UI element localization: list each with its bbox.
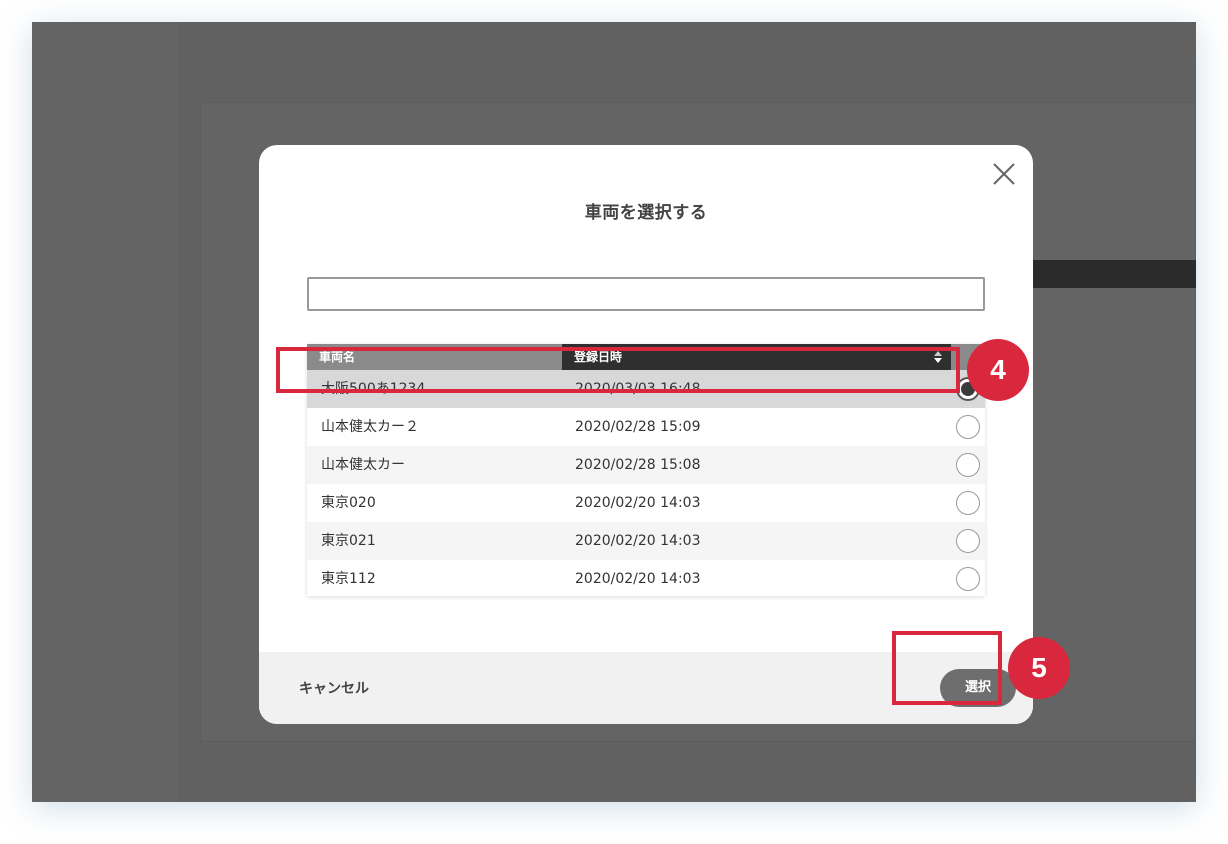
radio-unselected[interactable] xyxy=(956,529,980,553)
vehicle-name: 東京020 xyxy=(321,495,376,511)
registered-date: 2020/02/28 15:08 xyxy=(575,457,701,473)
vehicle-name: 東京021 xyxy=(321,533,376,549)
registered-date: 2020/02/20 14:03 xyxy=(575,495,701,511)
radio-unselected[interactable] xyxy=(956,415,980,439)
vehicle-name: 東京112 xyxy=(321,571,376,587)
table-row[interactable]: 東京112 2020/02/20 14:03 xyxy=(307,560,985,596)
step-5-badge: 5 xyxy=(1008,637,1070,699)
highlight-selected-row xyxy=(276,347,960,393)
modal-title: 車両を選択する xyxy=(584,203,708,223)
table-row[interactable]: 山本健太カー２ 2020/02/28 15:09 xyxy=(307,408,985,446)
highlight-select-button xyxy=(892,631,1002,705)
cancel-button[interactable]: キャンセル xyxy=(299,678,369,698)
table-row[interactable]: 山本健太カー 2020/02/28 15:08 xyxy=(307,446,985,484)
step-4-badge: 4 xyxy=(967,339,1029,401)
table-row[interactable]: 東京020 2020/02/20 14:03 xyxy=(307,484,985,522)
vehicle-name: 山本健太カー xyxy=(321,457,405,473)
table-row[interactable]: 東京021 2020/02/20 14:03 xyxy=(307,522,985,560)
radio-unselected[interactable] xyxy=(956,567,980,591)
search-input[interactable] xyxy=(307,277,985,311)
registered-date: 2020/02/28 15:09 xyxy=(575,419,701,435)
radio-unselected[interactable] xyxy=(956,453,980,477)
registered-date: 2020/02/20 14:03 xyxy=(575,533,701,549)
radio-unselected[interactable] xyxy=(956,491,980,515)
registered-date: 2020/02/20 14:03 xyxy=(575,571,701,587)
vehicle-name: 山本健太カー２ xyxy=(321,419,419,435)
close-icon[interactable] xyxy=(991,161,1017,187)
